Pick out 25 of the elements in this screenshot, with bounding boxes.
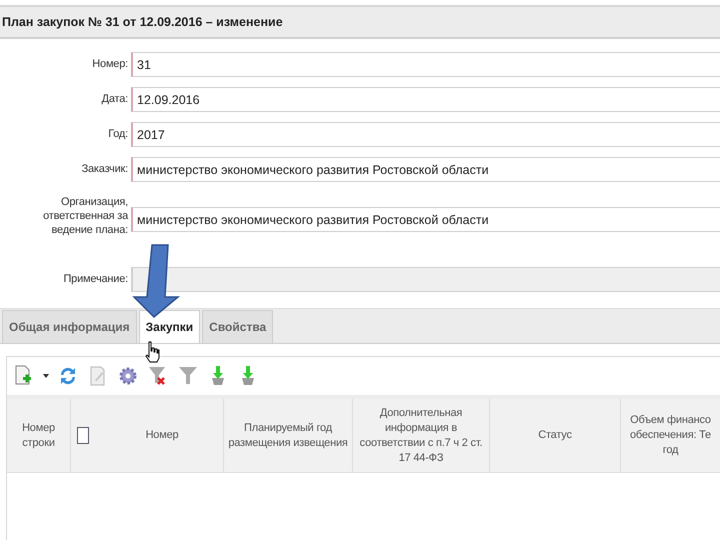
input-field[interactable]: министерство экономического развития Ростовской области xyxy=(131,157,720,182)
field-label: Примечание: xyxy=(62,272,129,286)
input-field[interactable] xyxy=(131,267,720,292)
field-label: Организация, ответственная за ведение плана: xyxy=(42,195,130,237)
window-title: План закупок № 31 от 12.09.2016 – изменение xyxy=(0,5,720,39)
input-field[interactable]: 2017 xyxy=(131,122,720,147)
column-header: Планируемый год размещения извещения xyxy=(228,420,348,450)
column-header: Объем финансо обеспечения: Те год xyxy=(630,413,711,458)
field-label: Заказчик: xyxy=(80,162,129,176)
column-header: Номер xyxy=(146,428,178,443)
column-header: Номер строки xyxy=(22,420,55,450)
input-field[interactable]: министерство экономического развития Ростовской области xyxy=(131,207,720,232)
tab[interactable]: Закупки xyxy=(138,310,200,343)
column-header: Статус xyxy=(538,428,572,443)
field-label: Дата: xyxy=(100,92,129,106)
input-field[interactable]: 31 xyxy=(131,52,720,77)
checkbox[interactable] xyxy=(77,427,89,444)
tab[interactable]: Свойства xyxy=(202,310,274,343)
column-header: Дополнительная информация в соответствии с п.7 ч 2 ст. 17 44-ФЗ xyxy=(360,406,482,466)
caret-icon[interactable] xyxy=(43,374,49,378)
field-label: Год: xyxy=(107,127,129,141)
tab[interactable]: Общая информация xyxy=(2,310,137,343)
field-label: Номер: xyxy=(91,57,129,71)
input-field[interactable]: 12.09.2016 xyxy=(131,87,720,112)
hand-cursor-icon xyxy=(144,341,160,363)
